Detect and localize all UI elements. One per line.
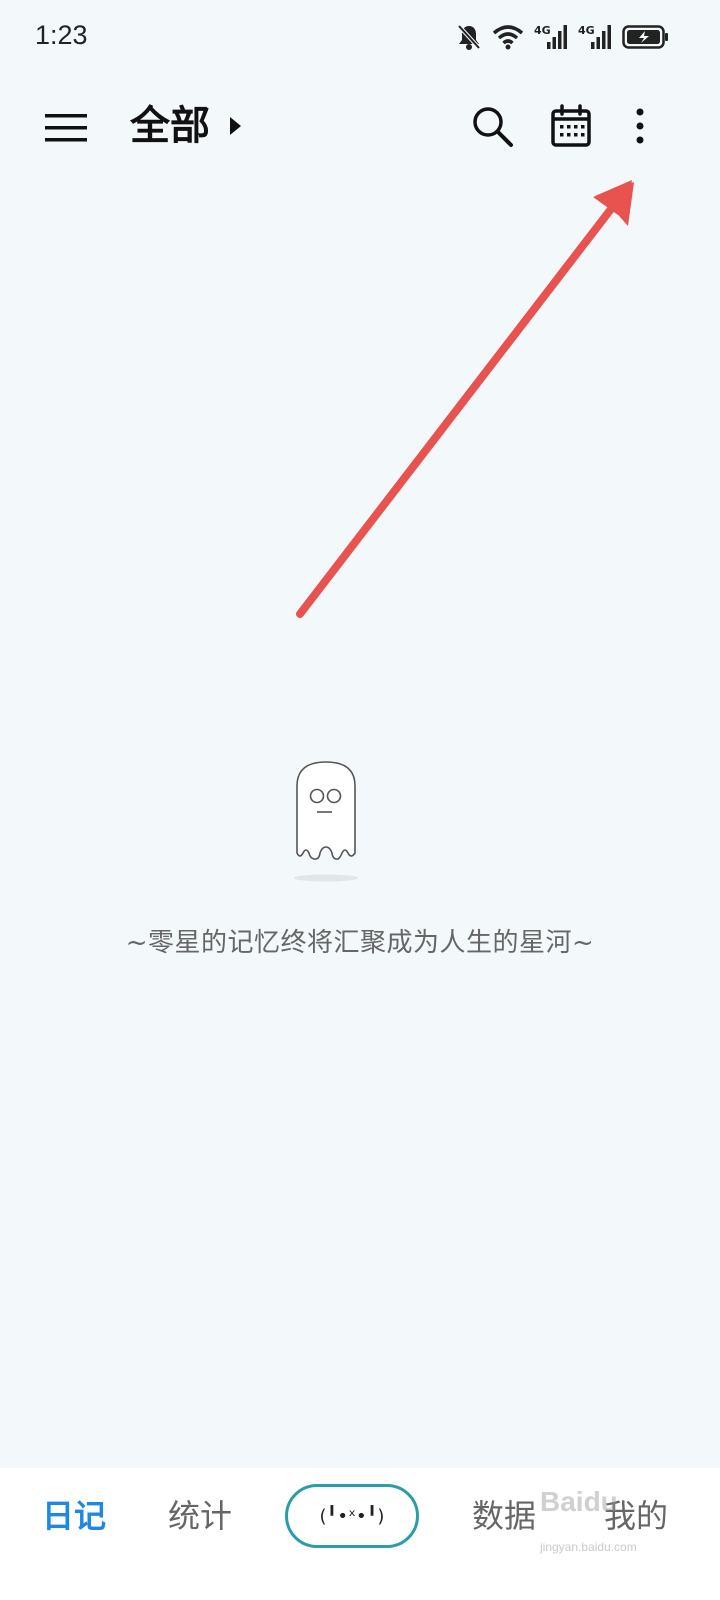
more-vertical-icon xyxy=(620,108,660,152)
wifi-icon xyxy=(492,24,524,50)
calendar-icon xyxy=(550,104,592,152)
more-options-button[interactable] xyxy=(620,104,660,148)
menu-button[interactable] xyxy=(44,108,88,148)
signal-4g-icon: 4G xyxy=(578,23,612,51)
signal-4g-icon: 4G xyxy=(534,23,568,51)
bottom-nav: 日记 统计 (╹•ˣ•╹) 数据 我的 xyxy=(0,1468,720,1600)
status-bar: 1:23 4G 4G xyxy=(0,0,720,76)
nav-tab-stats[interactable]: 统计 xyxy=(168,1494,232,1538)
menu-icon xyxy=(44,114,88,152)
battery-icon xyxy=(622,24,670,50)
nav-tab-diary[interactable]: 日记 xyxy=(42,1494,106,1538)
svg-text:4G: 4G xyxy=(578,24,595,37)
empty-state-message: ~零星的记忆终将汇聚成为人生的星河~ xyxy=(125,928,595,958)
nav-tab-data[interactable]: 数据 xyxy=(472,1494,536,1538)
search-button[interactable] xyxy=(470,104,514,148)
status-icons: 4G 4G xyxy=(456,22,670,52)
search-icon xyxy=(470,107,514,152)
nav-tab-mine[interactable]: 我的 xyxy=(604,1494,668,1538)
status-time: 1:23 xyxy=(35,20,88,50)
top-app-bar: 全部 xyxy=(0,88,720,168)
svg-text:4G: 4G xyxy=(534,24,551,37)
ghost-icon xyxy=(288,758,364,884)
kaomoji-face: (╹•ˣ•╹) xyxy=(319,1505,385,1527)
calendar-button[interactable] xyxy=(550,104,594,148)
caret-right-icon xyxy=(230,117,241,135)
new-entry-button[interactable]: (╹•ˣ•╹) xyxy=(285,1484,419,1548)
page-title: 全部 xyxy=(130,103,210,149)
notebook-selector[interactable]: 全部 xyxy=(130,96,241,156)
bell-muted-icon xyxy=(456,23,482,51)
